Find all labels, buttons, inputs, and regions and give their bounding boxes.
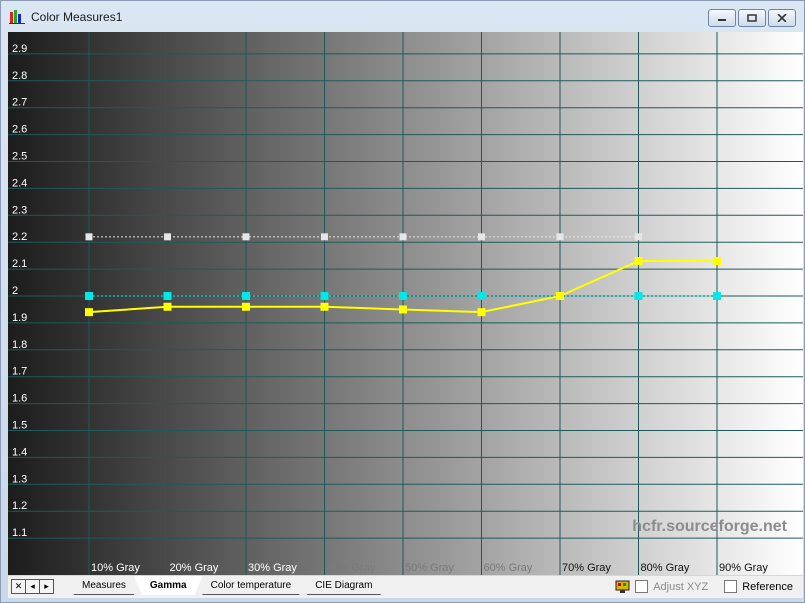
data-point	[399, 292, 407, 300]
data-point	[163, 292, 172, 300]
x-tick-label: 20% Gray	[170, 562, 219, 574]
y-tick-label: 1.6	[12, 393, 27, 405]
data-point	[556, 292, 564, 300]
bar-chart-icon	[9, 10, 25, 24]
close-tab-button[interactable]: ✕	[11, 579, 26, 594]
y-tick-label: 2.2	[12, 231, 27, 243]
y-tick-label: 2.6	[12, 124, 27, 136]
tab-cie-diagram[interactable]: CIE Diagram	[299, 576, 388, 595]
y-tick-label: 2.5	[12, 151, 27, 163]
x-tick-label: 40% Gray	[327, 562, 376, 574]
data-point	[163, 302, 172, 311]
gray-ramp-background	[8, 32, 803, 575]
close-icon	[777, 14, 787, 22]
tab-color-temperature[interactable]: Color temperature	[195, 576, 308, 595]
gamma-chart-area: 1.1 1.2 1.3 1.4 1.5 1.6 1.7 1.8 1.9 2 2.1 2.2 2.3 2.4…	[8, 32, 803, 575]
tab-measures[interactable]: Measures	[66, 576, 142, 595]
data-point	[477, 308, 486, 317]
color-measures-window: Color Measures1 1.1 1.2 1.3 1.4 1.5 1.6 1	[0, 0, 805, 603]
minimize-button[interactable]	[708, 9, 736, 27]
data-point	[321, 233, 328, 241]
y-tick-label: 2.3	[12, 204, 27, 216]
restore-icon	[747, 14, 757, 22]
y-tick-label: 2.8	[12, 70, 27, 82]
data-point	[320, 292, 329, 300]
tab-label: CIE Diagram	[315, 579, 373, 591]
y-tick-label: 1.4	[12, 446, 27, 458]
data-point	[242, 233, 250, 241]
close-button[interactable]	[768, 9, 796, 27]
watermark: hcfr.sourceforge.net	[632, 518, 787, 535]
tab-bar: ✕ ◂ ▸ Measures Gamma Color temperature C…	[8, 576, 803, 598]
y-tick-label: 1.1	[12, 527, 27, 539]
minimize-icon	[718, 19, 726, 21]
data-point	[242, 292, 250, 300]
y-tick-label: 1.3	[12, 473, 27, 485]
tab-label: Measures	[82, 579, 126, 591]
next-tab-button[interactable]: ▸	[39, 579, 54, 594]
adjust-xyz-label: Adjust XYZ	[653, 580, 709, 593]
data-point	[399, 233, 407, 241]
data-point	[713, 292, 721, 300]
data-point	[634, 292, 643, 300]
y-tick-label: 1.8	[12, 339, 27, 351]
y-tick-label: 2	[12, 285, 18, 297]
adjust-xyz-checkbox[interactable]	[635, 580, 649, 593]
reference-label: Reference	[742, 580, 793, 593]
x-tick-label: 50% Gray	[405, 562, 454, 574]
data-point	[635, 233, 642, 241]
x-tick-label: 90% Gray	[719, 562, 768, 574]
data-point	[85, 308, 93, 317]
data-point	[164, 233, 171, 241]
window-title: Color Measures1	[31, 10, 123, 24]
y-tick-label: 2.7	[12, 97, 27, 109]
data-point	[242, 302, 250, 311]
y-tick-label: 1.9	[12, 312, 27, 324]
data-point	[85, 292, 93, 300]
y-tick-label: 2.9	[12, 43, 27, 55]
y-tick-label: 2.4	[12, 177, 27, 189]
data-point	[320, 302, 329, 311]
data-point	[477, 292, 486, 300]
data-point	[85, 233, 93, 241]
prev-tab-button[interactable]: ◂	[25, 579, 40, 594]
title-bar[interactable]: Color Measures1	[1, 1, 804, 31]
y-tick-label: 1.2	[12, 500, 27, 512]
x-tick-label: 60% Gray	[484, 562, 533, 574]
x-tick-label: 80% Gray	[641, 562, 690, 574]
data-point	[399, 305, 407, 314]
y-tick-label: 2.1	[12, 258, 27, 270]
y-tick-label: 1.5	[12, 420, 27, 432]
gamma-chart: 1.1 1.2 1.3 1.4 1.5 1.6 1.7 1.8 1.9 2 2.1 2.2 2.3 2.4…	[8, 32, 803, 575]
data-point	[634, 257, 643, 266]
data-point	[556, 233, 564, 241]
probe-icon[interactable]	[615, 579, 630, 594]
data-point	[478, 233, 485, 241]
data-point	[713, 257, 721, 266]
tab-label: Color temperature	[210, 579, 292, 591]
x-tick-label: 10% Gray	[91, 562, 140, 574]
tab-label: Gamma	[149, 580, 187, 591]
x-tick-label: 70% Gray	[562, 562, 611, 574]
x-tick-label: 30% Gray	[248, 562, 297, 574]
y-tick-label: 1.7	[12, 366, 27, 378]
restore-button[interactable]	[738, 9, 766, 27]
tab-gamma[interactable]: Gamma	[134, 576, 203, 595]
reference-checkbox[interactable]	[724, 580, 738, 593]
